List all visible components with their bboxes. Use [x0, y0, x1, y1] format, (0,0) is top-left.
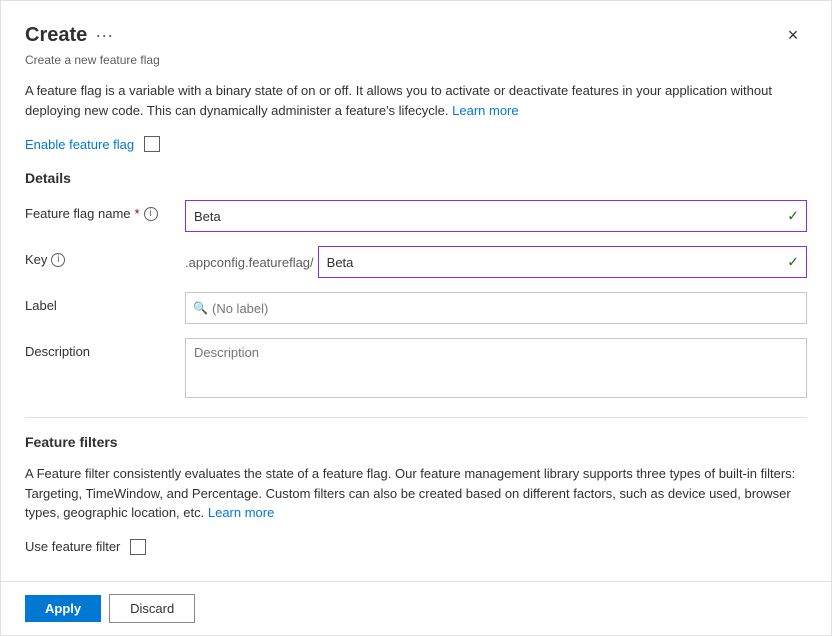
- section-divider: [25, 417, 807, 418]
- close-button[interactable]: ×: [779, 21, 807, 49]
- description-textarea[interactable]: [185, 338, 807, 398]
- label-row: Label 🔍: [25, 292, 807, 324]
- feature-flag-name-input-wrapper: ✓: [185, 200, 807, 232]
- key-prefix: .appconfig.featureflag/: [185, 255, 318, 270]
- panel-subtitle: Create a new feature flag: [25, 53, 807, 67]
- create-panel: Create ··· × Create a new feature flag A…: [0, 0, 832, 636]
- label-label: Label: [25, 292, 185, 313]
- description-row: Description: [25, 338, 807, 401]
- feature-flag-name-info-icon[interactable]: i: [144, 207, 158, 221]
- use-feature-filter-row: Use feature filter: [25, 539, 807, 555]
- discard-button[interactable]: Discard: [109, 594, 195, 623]
- ellipsis-menu[interactable]: ···: [95, 25, 113, 46]
- description-control: [185, 338, 807, 401]
- key-control: .appconfig.featureflag/ ✓: [185, 246, 807, 278]
- apply-button[interactable]: Apply: [25, 595, 101, 622]
- use-filter-label: Use feature filter: [25, 539, 120, 554]
- key-input[interactable]: [318, 246, 807, 278]
- feature-flag-name-control: ✓: [185, 200, 807, 232]
- details-section-title: Details: [25, 170, 807, 186]
- title-row: Create ···: [25, 24, 113, 47]
- feature-flag-name-check-icon: ✓: [787, 208, 799, 225]
- key-check-icon: ✓: [787, 254, 799, 271]
- label-control: 🔍: [185, 292, 807, 324]
- label-input[interactable]: [185, 292, 807, 324]
- intro-body: A feature flag is a variable with a bina…: [25, 83, 772, 118]
- required-star: *: [135, 206, 140, 221]
- enable-feature-row: Enable feature flag: [25, 136, 807, 152]
- panel-title: Create: [25, 24, 87, 47]
- key-input-wrapper: ✓: [318, 246, 807, 278]
- enable-checkbox[interactable]: [144, 136, 160, 152]
- feature-filters-title: Feature filters: [25, 434, 807, 450]
- use-feature-filter-checkbox[interactable]: [130, 539, 146, 555]
- key-label: Key i: [25, 246, 185, 267]
- description-label: Description: [25, 338, 185, 359]
- enable-label: Enable feature flag: [25, 137, 134, 152]
- label-input-wrapper: 🔍: [185, 292, 807, 324]
- filter-learn-more-link[interactable]: Learn more: [208, 505, 274, 520]
- feature-flag-name-row: Feature flag name * i ✓: [25, 200, 807, 232]
- feature-flag-name-label: Feature flag name * i: [25, 200, 185, 221]
- key-input-row: .appconfig.featureflag/ ✓: [185, 246, 807, 278]
- intro-text: A feature flag is a variable with a bina…: [25, 81, 807, 120]
- intro-learn-more-link[interactable]: Learn more: [452, 103, 518, 118]
- filter-description-text: A Feature filter consistently evaluates …: [25, 466, 795, 520]
- key-row: Key i .appconfig.featureflag/ ✓: [25, 246, 807, 278]
- footer: Apply Discard: [1, 581, 831, 635]
- filter-description: A Feature filter consistently evaluates …: [25, 464, 807, 523]
- feature-flag-name-input[interactable]: [185, 200, 807, 232]
- key-info-icon[interactable]: i: [51, 253, 65, 267]
- label-search-icon: 🔍: [193, 301, 208, 315]
- panel-header: Create ··· ×: [25, 21, 807, 49]
